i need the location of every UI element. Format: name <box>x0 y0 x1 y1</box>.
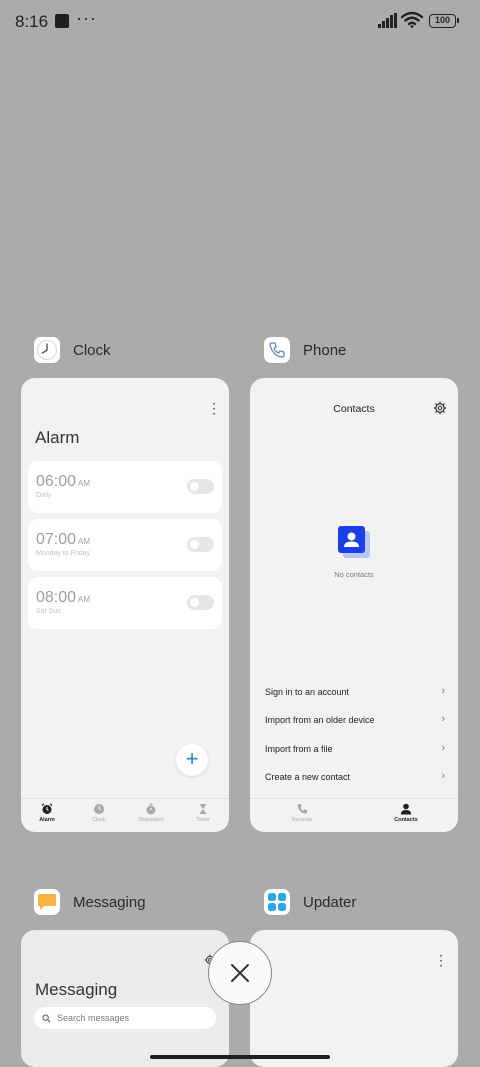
status-time: 8:16 <box>15 12 49 31</box>
clock-icon <box>34 337 60 363</box>
app-card-clock[interactable]: ⋮ Alarm 06:00 AM Daily 07:00 AM Monday to … <box>21 378 229 832</box>
tab-clock[interactable]: Clock <box>73 799 125 832</box>
alarm-repeat: Daily <box>36 492 52 499</box>
stopwatch-icon <box>146 803 156 815</box>
messaging-title: Messaging <box>35 980 118 999</box>
contacts-title: Contacts <box>333 403 375 415</box>
alarm-time: 08:00 AM <box>36 589 91 606</box>
app-card-phone[interactable]: Contacts No contacts Sign in to an accou… <box>250 378 458 832</box>
alarm-item[interactable]: 06:00 AM Daily <box>28 461 222 513</box>
contacts-person-icon <box>400 803 412 815</box>
create-contact-option[interactable]: Create a new contact › <box>265 770 445 782</box>
messaging-icon <box>34 889 60 915</box>
alarm-repeat: Monday to Friday <box>36 550 91 557</box>
tab-alarm-label: Alarm <box>39 817 55 823</box>
alarm-item[interactable]: 07:00 AM Monday to Friday <box>28 519 222 571</box>
battery-icon: 100 <box>429 14 459 28</box>
search-messages-input[interactable]: Search messages <box>34 1007 216 1029</box>
tab-stopwatch-label: Stopwatch <box>138 817 164 823</box>
chevron-right-icon: › <box>441 770 445 782</box>
phone-bottom-nav: Recents Contacts <box>250 798 458 832</box>
tab-timer[interactable]: Timer <box>177 799 229 832</box>
empty-state-text: No contacts <box>334 570 374 579</box>
alarm-icon <box>41 803 53 814</box>
tab-contacts-label: Contacts <box>394 817 418 823</box>
chevron-right-icon: › <box>441 685 445 697</box>
search-icon <box>42 1013 51 1023</box>
sign-in-label: Sign in to an account <box>265 687 350 697</box>
recents-phone-icon <box>297 804 307 814</box>
add-alarm-button[interactable]: + <box>176 744 208 776</box>
contacts-illustration-icon <box>338 526 370 558</box>
import-file-option[interactable]: Import from a file › <box>265 742 445 754</box>
more-options-icon[interactable]: ⋮ <box>434 952 448 969</box>
create-contact-label: Create a new contact <box>265 772 351 782</box>
app-header-messaging[interactable]: Messaging <box>34 889 146 915</box>
alarm-item[interactable]: 08:00 AM Sat Sun <box>28 577 222 629</box>
wifi-icon <box>401 11 423 28</box>
app-name-clock: Clock <box>73 341 111 359</box>
signal-icon <box>378 13 397 28</box>
phone-icon <box>264 337 290 363</box>
app-name-messaging: Messaging <box>73 893 146 911</box>
notification-icon <box>55 14 69 28</box>
alarm-toggle[interactable] <box>187 479 214 494</box>
alarm-time: 07:00 AM <box>36 531 91 548</box>
import-older-device-option[interactable]: Import from an older device › <box>265 713 445 725</box>
alarm-repeat: Sat Sun <box>36 608 61 615</box>
close-icon <box>231 964 249 982</box>
status-bar: 8:16 ··· 100 <box>0 0 480 44</box>
app-card-messaging[interactable]: Messaging Search messages <box>21 930 229 1067</box>
clear-all-button[interactable] <box>208 941 272 1005</box>
alarm-toggle[interactable] <box>187 595 214 610</box>
app-header-clock[interactable]: Clock <box>34 337 111 363</box>
settings-gear-icon[interactable] <box>433 401 447 415</box>
tab-timer-label: Timer <box>196 817 210 823</box>
timer-icon <box>199 804 207 814</box>
chevron-right-icon: › <box>441 742 445 754</box>
clock-bottom-nav: Alarm Clock Stopwatch Timer <box>21 798 229 832</box>
alarm-time: 06:00 AM <box>36 473 91 490</box>
tab-clock-label: Clock <box>92 817 106 823</box>
search-placeholder: Search messages <box>57 1013 130 1023</box>
app-header-updater[interactable]: Updater <box>264 889 356 915</box>
import-file-label: Import from a file <box>265 744 333 754</box>
more-notifications-icon: ··· <box>76 8 97 28</box>
import-older-device-label: Import from an older device <box>265 715 375 725</box>
updater-icon <box>264 889 290 915</box>
clock-tab-icon <box>94 804 104 814</box>
alarm-title: Alarm <box>35 428 80 447</box>
more-options-icon[interactable]: ⋮ <box>207 400 221 417</box>
tab-contacts[interactable]: Contacts <box>354 799 458 832</box>
alarm-toggle[interactable] <box>187 537 214 552</box>
app-name-phone: Phone <box>303 341 347 359</box>
chevron-right-icon: › <box>441 713 445 725</box>
app-card-updater[interactable]: ⋮ <box>250 930 458 1067</box>
app-header-phone[interactable]: Phone <box>264 337 346 363</box>
home-indicator[interactable] <box>150 1055 330 1059</box>
sign-in-option[interactable]: Sign in to an account › <box>265 685 445 697</box>
tab-recents[interactable]: Recents <box>250 799 354 832</box>
tab-stopwatch[interactable]: Stopwatch <box>125 799 177 832</box>
tab-alarm[interactable]: Alarm <box>21 799 73 832</box>
tab-recents-label: Recents <box>291 817 313 823</box>
app-name-updater: Updater <box>303 893 357 911</box>
